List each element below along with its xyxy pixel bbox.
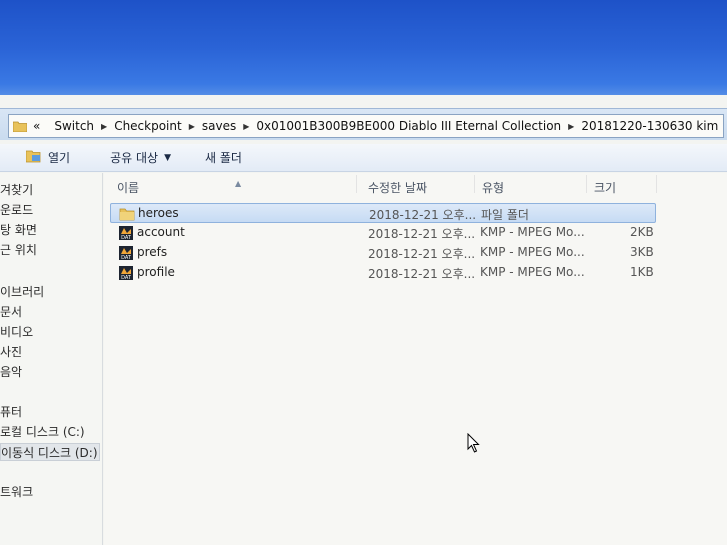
column-divider[interactable] [586,175,587,193]
column-date[interactable]: 수정한 날짜 [368,179,427,196]
navigation-pane[interactable]: 겨찾기 운로드 탕 화면 근 위치 이브러리 문서 비디오 사진 음악 퓨터 로… [0,173,103,545]
column-size[interactable]: 크기 [594,179,616,196]
file-type: KMP - MPEG Mo... [480,225,585,239]
chevron-down-icon: ▼ [164,152,171,163]
file-size: 3KB [630,245,654,259]
nav-recent-places[interactable]: 근 위치 [0,241,37,259]
file-date: 2018-12-21 오후... [368,227,476,241]
breadcrumb-saves[interactable]: saves [202,119,236,133]
nav-network[interactable]: 트워크 [0,483,33,501]
file-row-heroes[interactable]: heroes 2018-12-21 오후... 파일 폴더 [110,203,656,223]
new-folder-button[interactable]: 새 폴더 [197,147,250,169]
desktop-background [0,0,727,105]
column-name[interactable]: 이름 [117,179,139,196]
file-row-account[interactable]: DAT account 2018-12-21 오후... KMP - MPEG … [110,223,656,243]
svg-text:DAT: DAT [121,255,132,261]
breadcrumb-switch[interactable]: Switch [54,119,94,133]
folder-icon [13,120,27,132]
file-size: 2KB [630,225,654,239]
svg-text:DAT: DAT [121,275,132,281]
chevron-right-icon[interactable]: ▶ [568,122,574,131]
file-size: 1KB [630,265,654,279]
file-type: 파일 폴더 [481,208,529,222]
file-name: profile [137,265,175,279]
command-bar: 열기 공유 대상 ▼ 새 폴더 [0,144,727,172]
file-list[interactable]: ▲ 이름 수정한 날짜 유형 크기 heroes 2018-12-21 오후..… [104,173,727,545]
chevron-right-icon[interactable]: ▶ [243,122,249,131]
column-divider[interactable] [474,175,475,193]
nav-videos[interactable]: 비디오 [0,323,33,341]
open-button[interactable]: 열기 [18,147,78,169]
share-button[interactable]: 공유 대상 ▼ [102,147,179,169]
nav-music[interactable]: 음악 [0,363,22,381]
folder-icon [119,206,135,222]
breadcrumb-checkpoint[interactable]: Checkpoint [114,119,182,133]
nav-pictures[interactable]: 사진 [0,343,22,361]
share-label: 공유 대상 [110,151,159,165]
file-row-profile[interactable]: DAT profile 2018-12-21 오후... KMP - MPEG … [110,263,656,283]
column-divider[interactable] [356,175,357,193]
nav-downloads[interactable]: 운로드 [0,201,33,219]
column-type[interactable]: 유형 [482,179,504,196]
column-headers: ▲ 이름 수정한 날짜 유형 크기 [104,173,727,195]
chevron-right-icon[interactable]: ▶ [189,122,195,131]
dat-file-icon: DAT [118,265,134,281]
sort-arrow-icon: ▲ [235,179,242,188]
nav-desktop[interactable]: 탕 화면 [0,221,37,239]
new-folder-label: 새 폴더 [205,151,242,165]
file-row-prefs[interactable]: DAT prefs 2018-12-21 오후... KMP - MPEG Mo… [110,243,656,263]
file-type: KMP - MPEG Mo... [480,265,585,279]
nav-documents[interactable]: 문서 [0,303,22,321]
file-name: heroes [138,206,179,220]
address-bar[interactable]: « Switch ▶ Checkpoint ▶ saves ▶ 0x01001B… [8,114,724,138]
column-divider[interactable] [656,175,657,193]
breadcrumb-save-folder[interactable]: 20181220-130630 kim [581,119,718,133]
nav-favorites[interactable]: 겨찾기 [0,181,33,199]
breadcrumb-prefix[interactable]: « [33,119,40,133]
file-date: 2018-12-21 오후... [369,208,477,222]
mouse-cursor-icon [467,432,481,456]
file-date: 2018-12-21 오후... [368,267,476,281]
nav-local-disk-c[interactable]: 로컬 디스크 (C:) [0,423,85,441]
nav-removable-disk-d[interactable]: 이동식 디스크 (D:) [0,443,100,461]
dat-file-icon: DAT [118,225,134,241]
file-date: 2018-12-21 오후... [368,247,476,261]
explorer-window: « Switch ▶ Checkpoint ▶ saves ▶ 0x01001B… [0,95,727,545]
nav-libraries[interactable]: 이브러리 [0,283,44,301]
file-name: prefs [137,245,168,259]
file-type: KMP - MPEG Mo... [480,245,585,259]
chevron-right-icon[interactable]: ▶ [101,122,107,131]
dat-file-icon: DAT [118,245,134,261]
nav-computer[interactable]: 퓨터 [0,403,22,421]
open-icon [25,149,42,166]
breadcrumb-game[interactable]: 0x01001B300B9BE000 Diablo III Eternal Co… [256,119,561,133]
address-row: « Switch ▶ Checkpoint ▶ saves ▶ 0x01001B… [0,108,727,140]
file-name: account [137,225,185,239]
open-label: 열기 [48,151,71,165]
svg-text:DAT: DAT [121,235,132,241]
